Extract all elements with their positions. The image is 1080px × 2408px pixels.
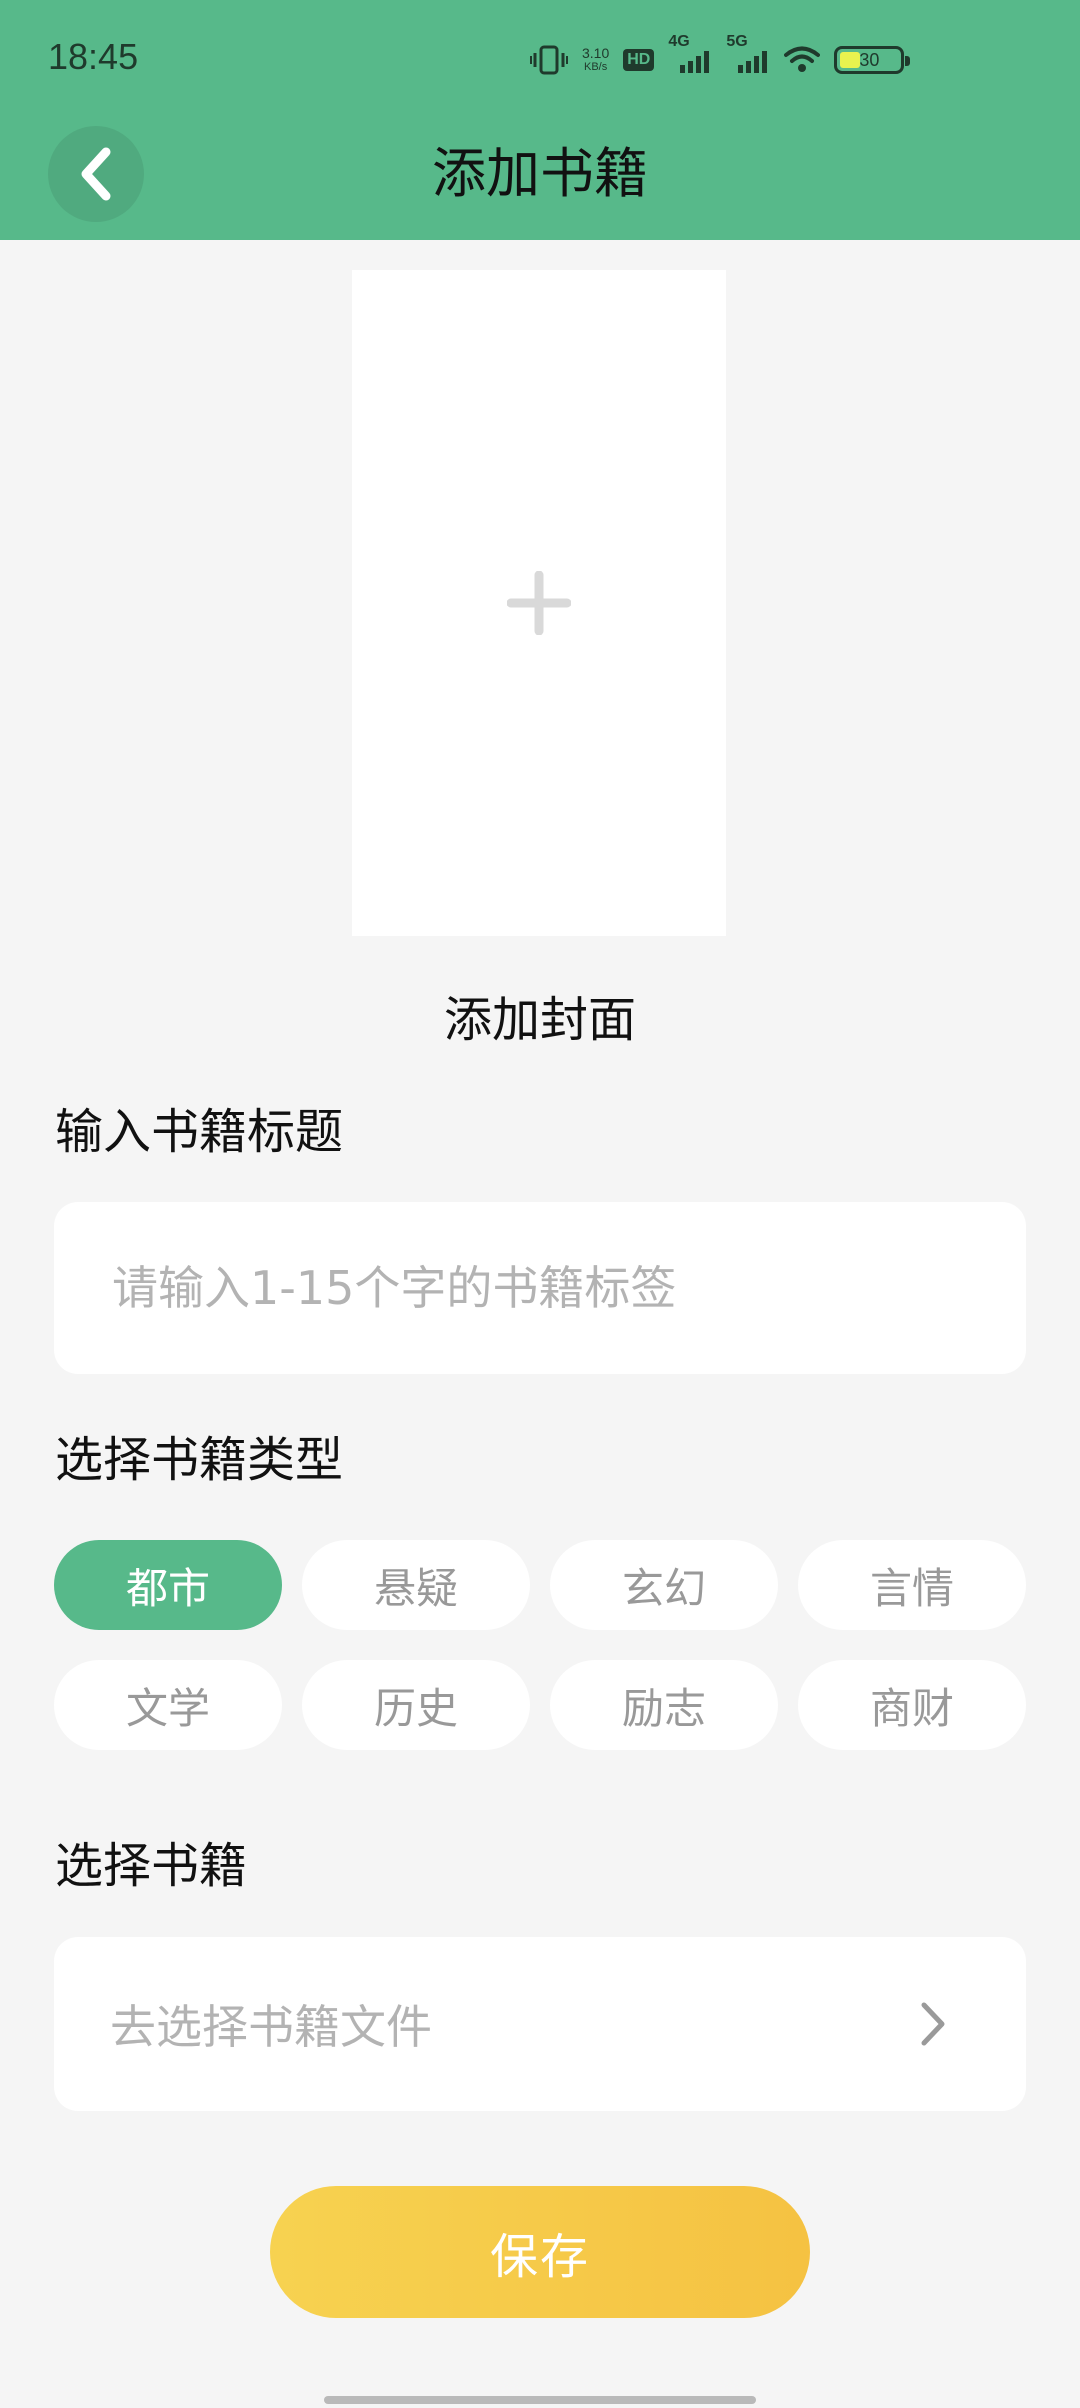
chevron-right-icon — [921, 2002, 945, 2046]
book-title-input[interactable] — [110, 1260, 974, 1316]
page-title: 添加书籍 — [432, 142, 648, 205]
file-section-label: 选择书籍 — [55, 1838, 248, 1894]
network-speed: 3.10 KB/s — [582, 46, 609, 74]
book-type-tags: 都市 悬疑 玄幻 言情文学 历史 励志 商财 — [54, 1540, 1028, 1750]
network-speed-value: 3.10 — [582, 45, 610, 61]
wifi-icon — [784, 46, 821, 74]
status-time: 18:45 — [48, 36, 139, 77]
home-indicator — [324, 2396, 756, 2404]
add-cover-button[interactable] — [352, 270, 726, 936]
choose-file-row[interactable]: 去选择书籍文件 — [54, 1937, 1026, 2111]
battery-icon: 30 — [834, 46, 911, 74]
hd-badge: HD — [623, 49, 655, 71]
title-section-label: 输入书籍标题 — [55, 1104, 344, 1160]
hd-icon: HD — [623, 49, 655, 71]
battery-fill — [840, 52, 860, 68]
vibrate-icon — [530, 45, 568, 75]
choose-file-placeholder: 去选择书籍文件 — [110, 2000, 432, 2054]
save-button[interactable]: 保存 — [270, 2186, 810, 2318]
plus-icon — [507, 571, 571, 635]
cover-label: 添加封面 — [443, 992, 636, 1048]
app-header: 18:45 3.10 KB/s HD 4G 5G 30 添加书籍 — [0, 0, 1080, 240]
tag-6[interactable]: 历史 — [302, 1660, 530, 1750]
tag-3[interactable]: 玄幻 — [550, 1540, 778, 1630]
status-bar: 18:45 3.10 KB/s HD 4G 5G 30 — [0, 0, 1080, 120]
signal-5g-label: 5G — [726, 33, 748, 50]
book-title-field[interactable] — [54, 1202, 1026, 1374]
network-speed-unit: KB/s — [584, 61, 608, 73]
tag-4[interactable]: 言情 — [798, 1540, 1026, 1630]
battery-level: 30 — [859, 49, 880, 70]
status-icons: 3.10 KB/s HD 4G 5G 30 — [530, 33, 911, 80]
tag-1[interactable]: 都市 — [54, 1540, 282, 1630]
signal-5g-icon: 5G — [726, 33, 770, 73]
signal-4g-label: 4G — [668, 33, 690, 50]
tag-8[interactable]: 商财 — [798, 1660, 1026, 1750]
signal-4g-icon: 4G — [668, 33, 712, 73]
tag-2[interactable]: 悬疑 — [302, 1540, 530, 1630]
tag-7[interactable]: 励志 — [550, 1660, 778, 1750]
type-section-label: 选择书籍类型 — [55, 1432, 344, 1488]
tag-5[interactable]: 文学 — [54, 1660, 282, 1750]
